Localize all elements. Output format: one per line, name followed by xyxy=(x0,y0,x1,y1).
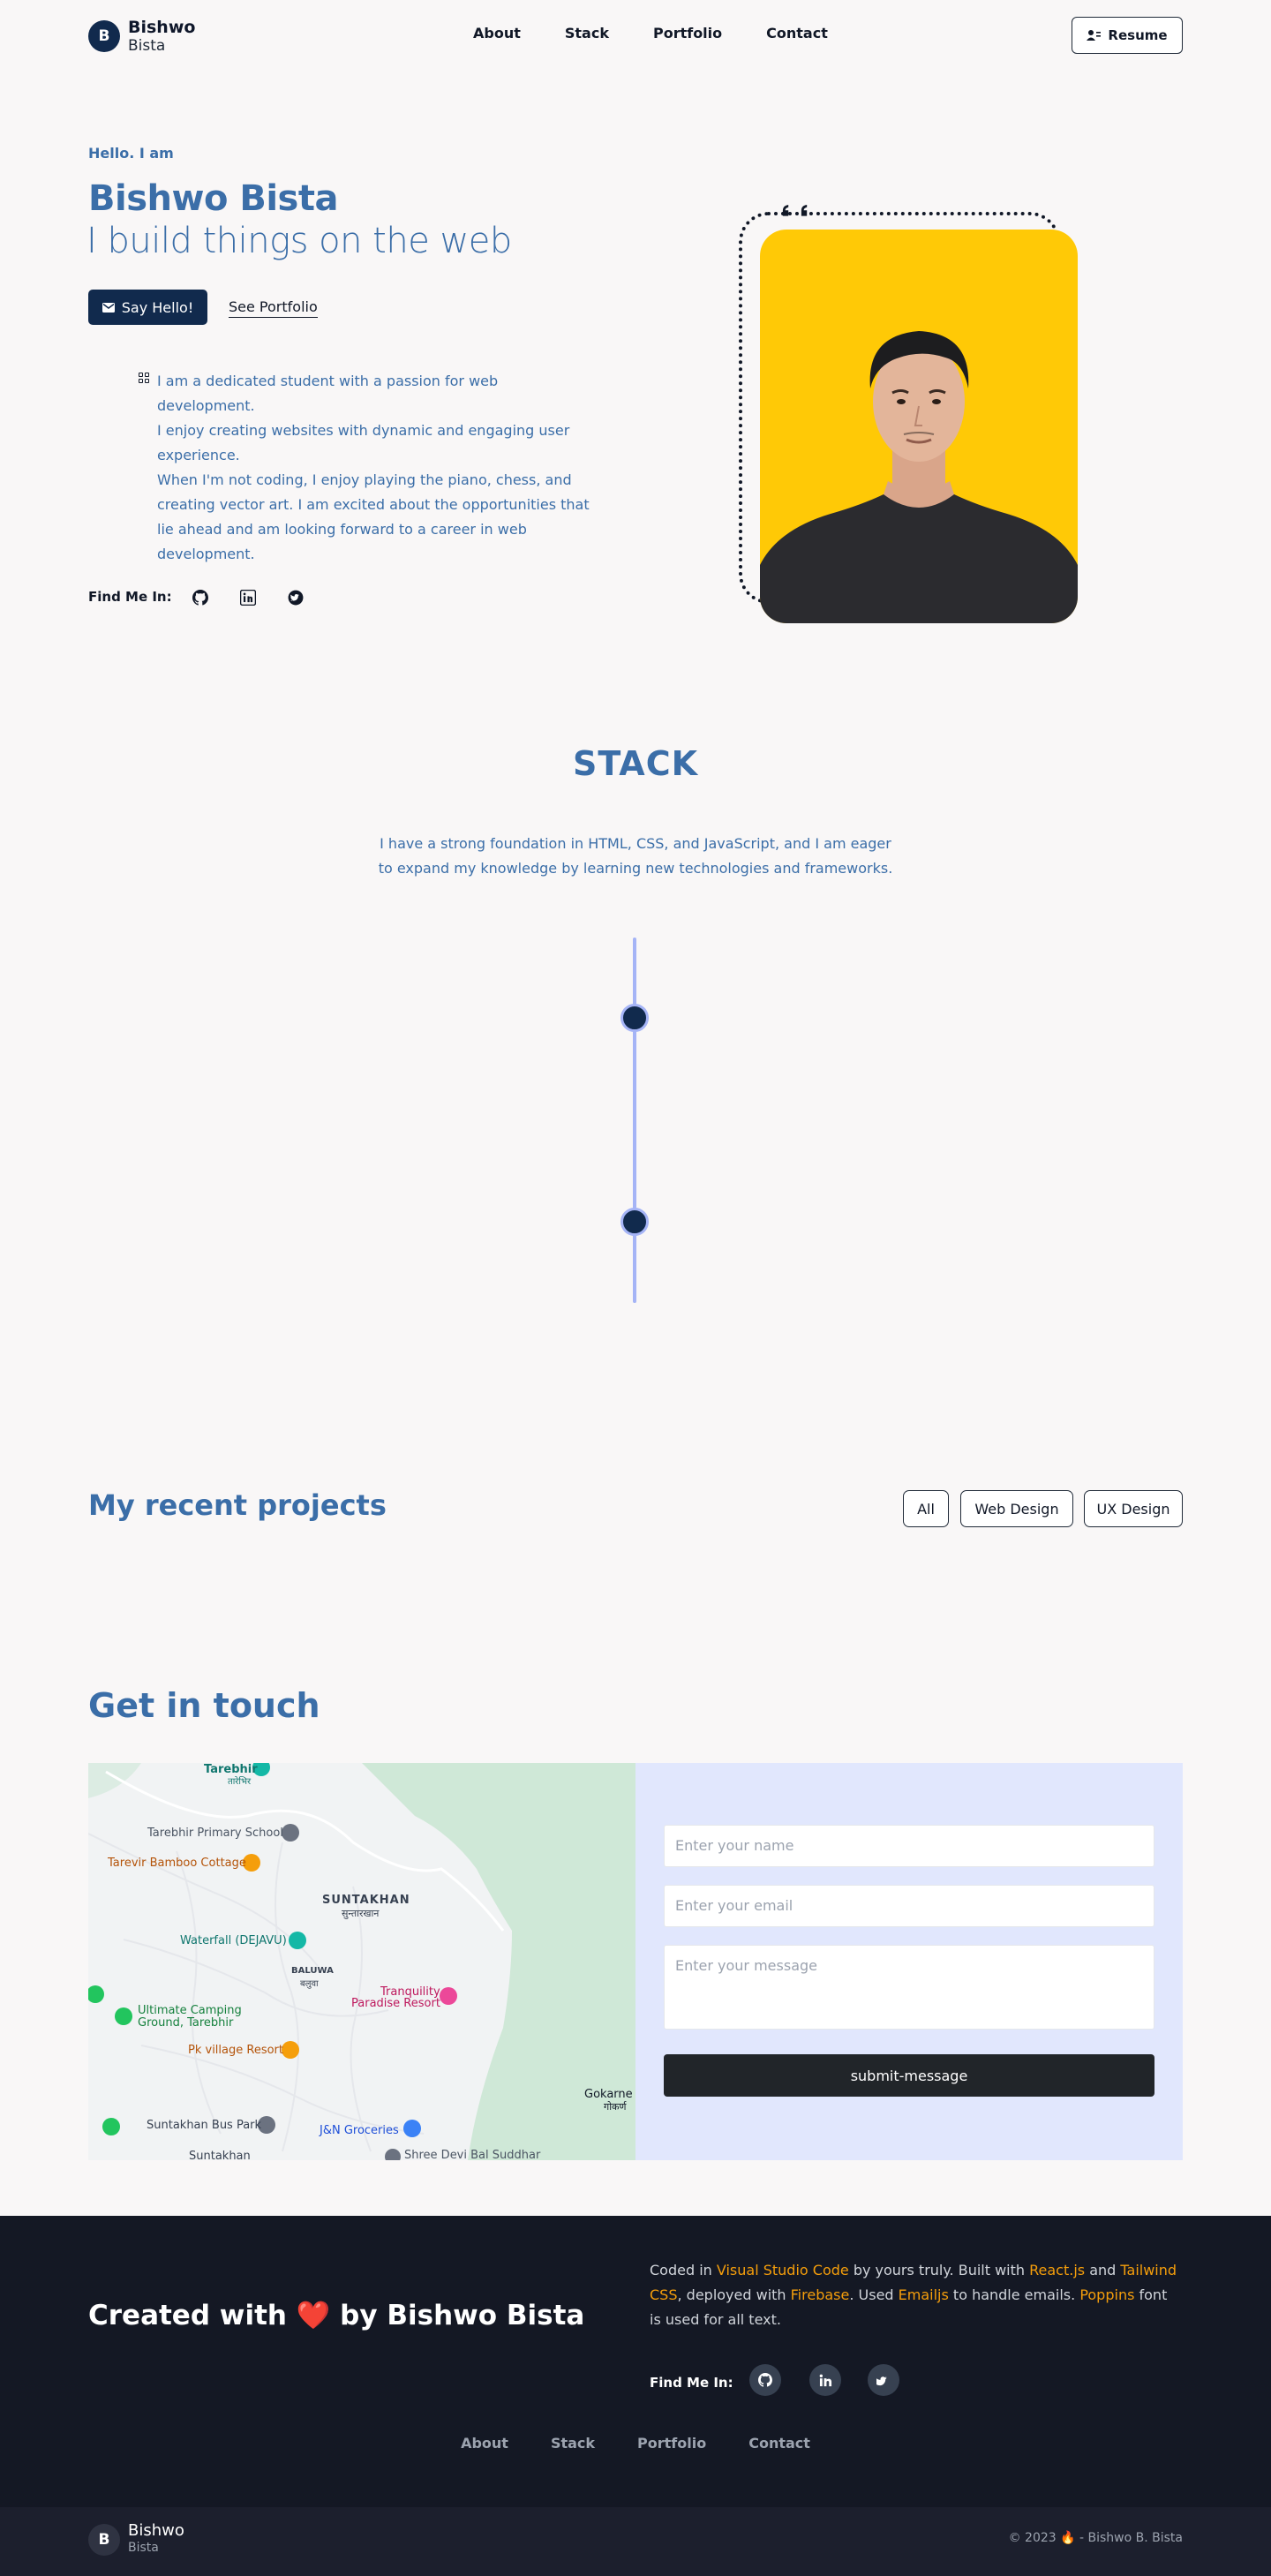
see-portfolio-link[interactable]: See Portfolio xyxy=(229,298,318,318)
map-label: तारेभिर xyxy=(228,1777,252,1787)
footer-nav: About Stack Portfolio Contact xyxy=(0,2435,1271,2452)
say-hello-button[interactable]: Say Hello! xyxy=(88,290,207,325)
projects-title: My recent projects xyxy=(88,1488,387,1522)
hero-greeting: Hello. I am xyxy=(88,145,174,162)
emailjs-link[interactable]: Emailjs xyxy=(899,2286,949,2303)
map-label: Shree Devi Bal Suddhar xyxy=(404,2149,541,2160)
twitter-icon xyxy=(876,2376,887,2386)
footer-brand-last: Bista xyxy=(128,2541,159,2555)
map-label: बलुवा xyxy=(300,1979,319,1989)
poppins-link[interactable]: Poppins xyxy=(1079,2286,1134,2303)
footer-about-text: Coded in Visual Studio Code by yours tru… xyxy=(650,2262,1177,2328)
nav-link-contact[interactable]: Contact xyxy=(766,25,828,41)
profile-photo xyxy=(760,230,1078,623)
react-link[interactable]: React.js xyxy=(1029,2262,1085,2278)
footer-brand-first: Bishwo xyxy=(128,2521,184,2540)
footer-link-stack[interactable]: Stack xyxy=(551,2435,595,2452)
nav-link-portfolio[interactable]: Portfolio xyxy=(653,25,722,41)
brand-logo[interactable]: B Bishwo Bista xyxy=(88,18,195,55)
contact-form: Enter your name Enter your email Enter y… xyxy=(636,1763,1183,2160)
map-label: Ground, Tarebhir xyxy=(138,2016,234,2030)
filter-all-button[interactable]: All xyxy=(903,1490,949,1527)
footer-linkedin-button[interactable] xyxy=(809,2364,841,2396)
footer-brand-initial[interactable]: B xyxy=(88,2524,120,2556)
map-label: Suntakhan xyxy=(189,2150,251,2160)
twitter-icon[interactable] xyxy=(288,590,304,606)
footer-link-contact[interactable]: Contact xyxy=(748,2435,810,2452)
footer-twitter-button[interactable] xyxy=(868,2364,899,2396)
linkedin-icon[interactable] xyxy=(240,590,256,606)
map-label: Suntakhan Bus Park xyxy=(147,2119,262,2132)
map-label: Paradise Resort xyxy=(351,1997,440,2010)
user-icon xyxy=(1087,30,1102,41)
map-label: गोकर्ण xyxy=(604,2101,627,2113)
grid-icon xyxy=(139,373,149,383)
map-label: J&N Groceries xyxy=(320,2124,399,2137)
brand-initial: B xyxy=(88,20,120,52)
map-label: सुन्तारखान xyxy=(342,1908,380,1919)
github-icon[interactable] xyxy=(192,590,208,606)
message-textarea[interactable]: Enter your message xyxy=(664,1945,1154,2030)
portrait-illustration xyxy=(760,331,1078,623)
copyright: © 2023 🔥 - Bishwo B. Bista xyxy=(1008,2531,1183,2545)
footer-github-button[interactable] xyxy=(749,2364,781,2396)
map-label: SUNTAKHAN xyxy=(322,1894,410,1907)
stack-timeline xyxy=(633,938,636,1303)
bio: I am a dedicated student with a passion … xyxy=(139,369,598,567)
email-input[interactable]: Enter your email xyxy=(664,1885,1154,1927)
find-me-label: Find Me In: xyxy=(88,589,172,605)
name-input[interactable]: Enter your name xyxy=(664,1825,1154,1867)
map-label: BALUWA xyxy=(291,1966,334,1976)
location-map[interactable]: Tarebhir तारेभिर Tarebhir Primary School… xyxy=(88,1763,636,2160)
heart-icon: ❤️ xyxy=(296,2300,331,2331)
resume-button[interactable]: Resume xyxy=(1072,17,1183,54)
map-label: Waterfall (DEJAVU) xyxy=(180,1934,287,1947)
mail-icon xyxy=(102,302,115,313)
firebase-link[interactable]: Firebase xyxy=(791,2286,850,2303)
contact-title: Get in touch xyxy=(88,1686,320,1725)
linkedin-icon xyxy=(819,2374,831,2386)
nav-links: About Stack Portfolio Contact xyxy=(473,25,828,41)
footer-created-with: Created with ❤️ by Bishwo Bista xyxy=(88,2300,585,2331)
map-label: Gokarne xyxy=(584,2088,633,2101)
hero-tagline: I build things on the web xyxy=(86,221,512,261)
map-terrain xyxy=(88,1763,636,2160)
filter-ux-design-button[interactable]: UX Design xyxy=(1084,1490,1183,1527)
brand-name: Bishwo Bista xyxy=(128,18,196,55)
nav-link-about[interactable]: About xyxy=(473,25,521,41)
submit-button[interactable]: submit-message xyxy=(664,2054,1154,2097)
resume-label: Resume xyxy=(1108,27,1168,43)
say-hello-label: Say Hello! xyxy=(121,298,194,316)
footer-link-portfolio[interactable]: Portfolio xyxy=(637,2435,706,2452)
map-label: Tarebhir Primary School xyxy=(147,1827,283,1840)
nav-link-stack[interactable]: Stack xyxy=(565,25,609,41)
timeline-dot xyxy=(620,1004,649,1032)
vscode-link[interactable]: Visual Studio Code xyxy=(717,2262,849,2278)
bio-text: I am a dedicated student with a passion … xyxy=(157,373,590,562)
timeline-dot xyxy=(620,1208,649,1236)
filter-web-design-button[interactable]: Web Design xyxy=(960,1490,1073,1527)
map-label: Tarevir Bamboo Cottage xyxy=(108,1857,246,1870)
map-label: Ultimate Camping xyxy=(138,2004,242,2017)
map-label: Pk village Resort xyxy=(188,2044,283,2057)
stack-description: I have a strong foundation in HTML, CSS,… xyxy=(378,835,893,877)
hero-name: Bishwo Bista xyxy=(88,178,338,219)
footer-link-about[interactable]: About xyxy=(461,2435,508,2452)
github-icon xyxy=(758,2373,772,2387)
top-nav: B Bishwo Bista About Stack Portfolio Con… xyxy=(0,0,1271,69)
stack-title: STACK xyxy=(572,744,699,783)
footer-find-me-label: Find Me In: xyxy=(650,2375,733,2391)
